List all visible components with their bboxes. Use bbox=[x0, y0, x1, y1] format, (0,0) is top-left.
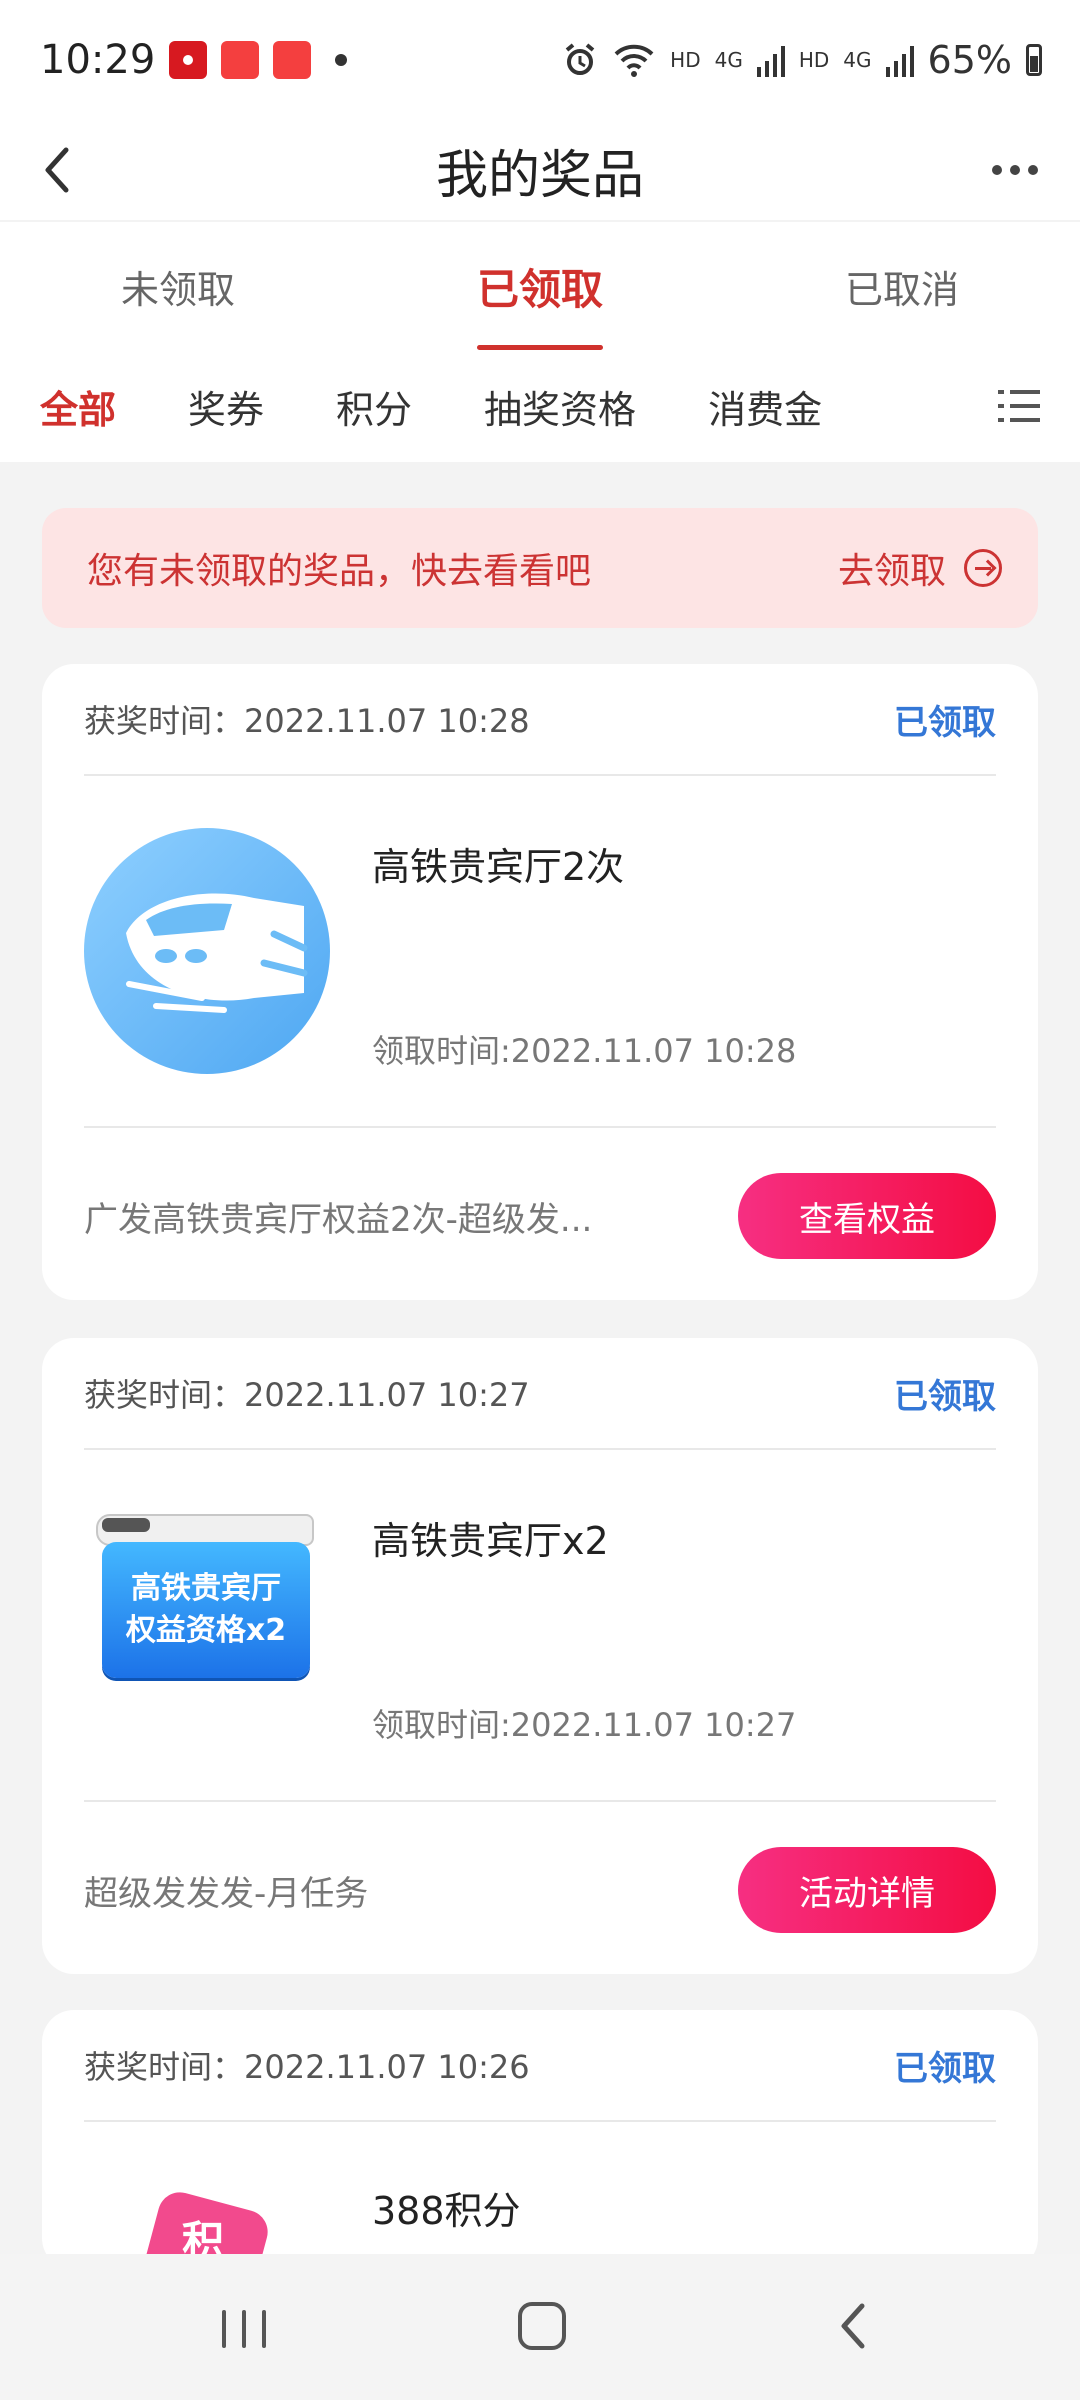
claim-time: 领取时间:2022.11.07 10:27 bbox=[372, 1706, 797, 1744]
claim-time: 领取时间:2022.11.07 10:28 bbox=[372, 1032, 797, 1070]
filter-menu-icon[interactable] bbox=[998, 386, 1040, 426]
status-badge: 已领取 bbox=[894, 2048, 996, 2089]
prize-card: 获奖时间：2022.11.07 10:27 已领取 高铁贵宾厅 权益资格x2 高… bbox=[42, 1338, 1038, 1974]
menu-line-icon bbox=[1010, 390, 1040, 394]
filter-coupons[interactable]: 奖券 bbox=[188, 379, 264, 434]
go-claim-label: 去领取 bbox=[837, 551, 946, 592]
filter-cash[interactable]: 消费金 bbox=[708, 379, 822, 434]
more-button[interactable] bbox=[980, 140, 1050, 200]
recent-line-icon bbox=[242, 2310, 246, 2348]
prize-name: 高铁贵宾厅2次 bbox=[372, 845, 625, 889]
hd-label: HD bbox=[798, 48, 830, 72]
activity-details-button[interactable]: 活动详情 bbox=[738, 1847, 996, 1933]
back-arrow-icon bbox=[841, 2303, 865, 2349]
card-header: 获奖时间：2022.11.07 10:26 已领取 bbox=[84, 2010, 996, 2122]
signal-icon bbox=[885, 46, 914, 77]
home-button[interactable] bbox=[518, 2302, 566, 2350]
card-body: 高铁贵宾厅2次 领取时间:2022.11.07 10:28 bbox=[84, 776, 996, 1126]
app-notification-icon bbox=[169, 41, 208, 79]
prize-name: 388积分 bbox=[372, 2189, 521, 2233]
page-title: 我的奖品 bbox=[435, 145, 644, 206]
award-time: 获奖时间：2022.11.07 10:28 bbox=[84, 702, 530, 740]
more-dot-icon bbox=[1010, 165, 1020, 175]
prize-card: 获奖时间：2022.11.07 10:26 已领取 积 388积分 bbox=[42, 2010, 1038, 2270]
recent-line-icon bbox=[262, 2310, 266, 2348]
card-footer: 超级发发发-月任务 活动详情 bbox=[84, 1800, 996, 1978]
alarm-icon bbox=[565, 43, 595, 75]
more-dot-icon bbox=[1028, 165, 1038, 175]
menu-dot-icon bbox=[998, 390, 1004, 394]
chevron-left-icon bbox=[45, 147, 69, 193]
filter-all[interactable]: 全部 bbox=[40, 379, 116, 434]
menu-dot-icon bbox=[998, 418, 1004, 422]
battery-percent: 65% bbox=[927, 38, 1012, 82]
app-notification-icon bbox=[273, 41, 312, 79]
status-left: 10:29 bbox=[40, 37, 348, 83]
card-header: 获奖时间：2022.11.07 10:28 已领取 bbox=[84, 664, 996, 776]
signal-icon bbox=[756, 46, 785, 77]
award-time: 获奖时间：2022.11.07 10:26 bbox=[84, 2048, 530, 2086]
menu-line-icon bbox=[1010, 418, 1040, 422]
view-benefit-button[interactable]: 查看权益 bbox=[738, 1173, 996, 1259]
signal-label: 4G bbox=[843, 48, 872, 72]
menu-dot-icon bbox=[998, 404, 1004, 408]
clock: 10:29 bbox=[40, 37, 156, 83]
card-footer: 广发高铁贵宾厅权益2次-超级发... 查看权益 bbox=[84, 1126, 996, 1304]
go-claim-link[interactable]: 去领取 bbox=[838, 542, 1002, 594]
unclaimed-notice[interactable]: 您有未领取的奖品，快去看看吧 去领取 bbox=[42, 508, 1038, 628]
system-navigation-bar bbox=[0, 2254, 1080, 2400]
hd-label: HD bbox=[670, 48, 701, 72]
card-body: 高铁贵宾厅 权益资格x2 高铁贵宾厅x2 领取时间:2022.11.07 10:… bbox=[84, 1450, 996, 1800]
status-badge: 已领取 bbox=[894, 1376, 996, 1417]
card-header: 获奖时间：2022.11.07 10:27 已领取 bbox=[84, 1338, 996, 1450]
more-dot-icon bbox=[992, 165, 1002, 175]
battery-icon bbox=[1026, 44, 1042, 76]
filter-lottery[interactable]: 抽奖资格 bbox=[484, 379, 636, 434]
voucher-text-line2: 权益资格x2 bbox=[125, 1613, 287, 1648]
train-lounge-image bbox=[84, 828, 330, 1074]
filter-points[interactable]: 积分 bbox=[336, 379, 412, 434]
filter-bar: 全部 奖券 积分 抽奖资格 消费金 bbox=[0, 350, 1080, 462]
signal-label: 4G bbox=[714, 48, 743, 72]
menu-line-icon bbox=[1010, 404, 1040, 408]
status-badge: 已领取 bbox=[894, 702, 996, 743]
arrow-right-circle-icon bbox=[964, 549, 1002, 587]
lounge-voucher-image: 高铁贵宾厅 权益资格x2 bbox=[84, 1506, 324, 1686]
card-body: 积 388积分 bbox=[84, 2122, 996, 2270]
prize-description: 广发高铁贵宾厅权益2次-超级发... bbox=[84, 1199, 593, 1240]
status-tabs: 未领取 已领取 已取消 bbox=[0, 222, 1080, 350]
notification-dot bbox=[335, 54, 348, 66]
back-button[interactable] bbox=[28, 140, 88, 200]
prize-description: 超级发发发-月任务 bbox=[84, 1873, 369, 1914]
status-right: HD 4G HD 4G 65% bbox=[562, 38, 1042, 82]
notice-text: 您有未领取的奖品，快去看看吧 bbox=[87, 551, 592, 592]
system-back-button[interactable] bbox=[832, 2300, 874, 2352]
header: 我的奖品 bbox=[0, 120, 1080, 220]
award-time: 获奖时间：2022.11.07 10:27 bbox=[84, 1376, 530, 1414]
recent-line-icon bbox=[222, 2310, 226, 2348]
tab-unclaimed[interactable]: 未领取 bbox=[121, 222, 235, 350]
tab-cancelled[interactable]: 已取消 bbox=[845, 222, 959, 350]
prize-name: 高铁贵宾厅x2 bbox=[372, 1519, 609, 1563]
app-notification-icon bbox=[221, 41, 260, 79]
wifi-icon bbox=[614, 44, 654, 77]
recents-button[interactable] bbox=[222, 2310, 268, 2348]
tab-claimed[interactable]: 已领取 bbox=[476, 222, 604, 350]
status-bar: 10:29 HD 4G HD 4G 65% bbox=[0, 0, 1080, 120]
prize-card: 获奖时间：2022.11.07 10:28 已领取 高铁贵宾厅2次 领取时间:2… bbox=[42, 664, 1038, 1300]
voucher-text-line1: 高铁贵宾厅 bbox=[131, 1571, 281, 1606]
